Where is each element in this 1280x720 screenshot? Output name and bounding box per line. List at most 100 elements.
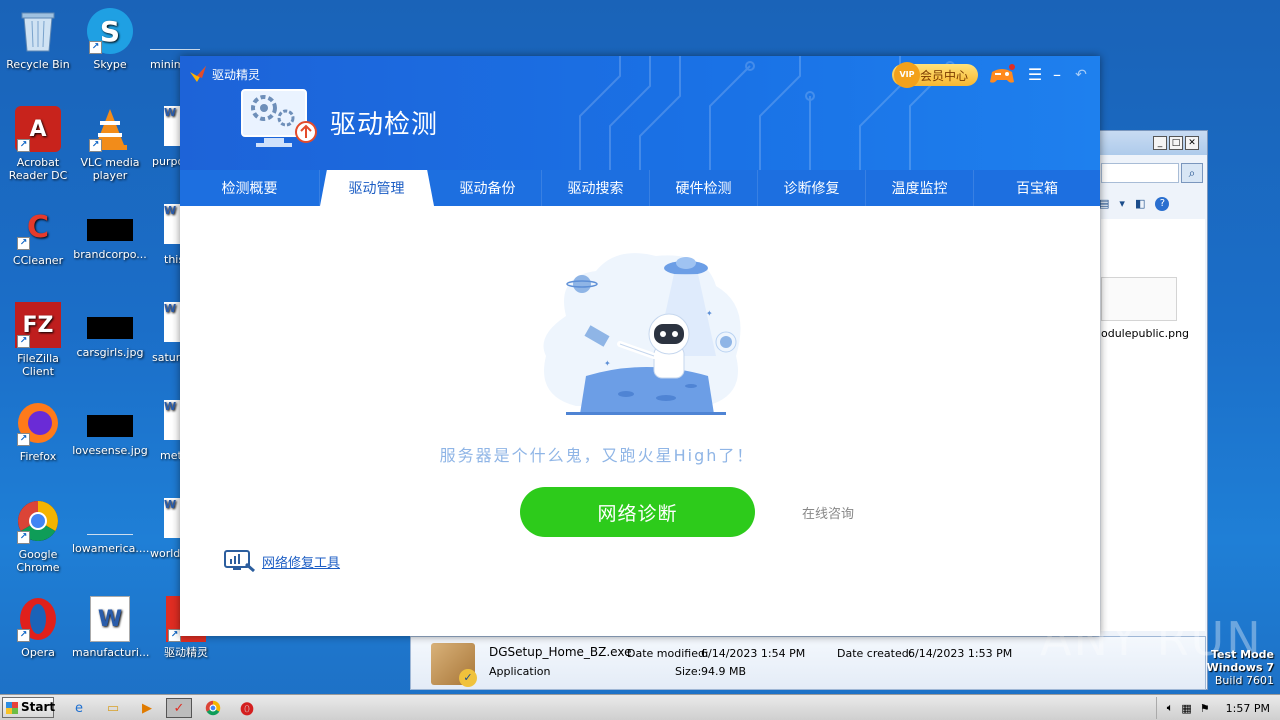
vlc-icon: ↗: [87, 106, 133, 152]
stop-icon[interactable]: ⓿: [234, 698, 260, 718]
details-size-label: Size:: [675, 665, 702, 678]
tab-driver-backup[interactable]: 驱动备份: [434, 170, 542, 206]
desktop-icon-label: VLC media player: [80, 156, 140, 182]
app-logo: 驱动精灵: [188, 64, 260, 84]
page-title: 驱动检测: [330, 110, 439, 140]
preview-pane-icon[interactable]: ◧: [1135, 197, 1145, 211]
network-diagnose-button[interactable]: 网络诊断: [520, 487, 755, 537]
close-icon[interactable]: ✕: [1185, 136, 1199, 150]
desktop-icon-label: Acrobat Reader DC: [8, 156, 68, 182]
opera-icon: ↗: [15, 596, 61, 642]
taskbar: Start e ▭ ▶ ✓ ⓿ 🔈︎ ▦ ⚑ 1:57 PM: [0, 694, 1280, 720]
folder-icon[interactable]: ▭: [100, 698, 126, 718]
internet-explorer-icon[interactable]: e: [66, 698, 92, 718]
tab-label: 诊断修复: [783, 181, 840, 197]
menu-icon[interactable]: ☰: [1024, 64, 1046, 86]
desktop-icon-brandcorpo[interactable]: brandcorpo...: [72, 210, 148, 261]
start-button[interactable]: Start: [2, 697, 56, 718]
explorer-file-area: odulepublic.png: [1101, 219, 1205, 631]
start-label: Start: [21, 700, 56, 714]
details-type: Application: [489, 665, 551, 678]
details-filename: DGSetup_Home_BZ.exe: [489, 645, 632, 659]
tab-label: 驱动管理: [348, 181, 405, 197]
firefox-icon: ↗: [15, 400, 61, 446]
desktop-icon-label: CCleaner: [12, 254, 64, 267]
desktop-icon-skype[interactable]: S ↗ Skype: [72, 8, 148, 71]
image-file-icon: [87, 504, 133, 538]
svg-text:✦: ✦: [604, 359, 611, 368]
explorer-caption-buttons: _ □ ✕: [1099, 131, 1207, 155]
chrome-icon: ↗: [15, 498, 61, 544]
view-options-icon[interactable]: ▤: [1099, 197, 1109, 211]
tab-label: 硬件检测: [675, 181, 732, 197]
action-center-flag-icon[interactable]: ⚑: [1200, 702, 1210, 715]
app-title: 驱动精灵: [212, 67, 261, 82]
tab-temperature-monitor[interactable]: 温度监控: [866, 170, 974, 206]
media-player-icon[interactable]: ▶: [134, 698, 160, 718]
desktop-icon-opera[interactable]: ↗ Opera: [0, 596, 76, 659]
vip-member-center-button[interactable]: 会员中心: [892, 62, 978, 88]
network-repair-tool-link[interactable]: 网络修复工具: [224, 550, 340, 572]
file-icon: [150, 20, 200, 50]
file-thumbnail[interactable]: [1101, 277, 1177, 321]
game-controller-icon[interactable]: [988, 64, 1016, 86]
tab-driver-management[interactable]: 驱动管理: [320, 170, 434, 206]
acrobat-icon: A ↗: [15, 106, 61, 152]
explorer-search-input[interactable]: [1101, 163, 1179, 183]
desktop-icon-carsgirls[interactable]: carsgirls.jpg: [72, 308, 148, 359]
network-repair-tool-label: 网络修复工具: [262, 555, 341, 571]
online-consult-link[interactable]: 在线咨询: [802, 503, 854, 522]
help-icon[interactable]: ?: [1155, 197, 1170, 211]
restore-arrow-icon[interactable]: ↶: [1070, 64, 1092, 86]
skype-icon: S ↗: [87, 8, 133, 54]
volume-icon[interactable]: 🔈︎: [1167, 701, 1174, 715]
tab-label: 驱动备份: [459, 181, 516, 197]
tab-detect-summary[interactable]: 检测概要: [180, 170, 320, 206]
desktop-icon-label: Opera: [21, 646, 55, 659]
image-file-icon: [87, 308, 133, 342]
network-diagnose-label: 网络诊断: [597, 502, 678, 525]
minimize-icon[interactable]: –: [1046, 64, 1068, 86]
astronaut-error-illustration: ✦✦: [543, 253, 741, 415]
desktop-icon-filezilla[interactable]: FZ ↗ FileZilla Client: [0, 302, 76, 378]
desktop-icon-firefox[interactable]: ↗ Firefox: [0, 400, 76, 463]
tab-toolbox[interactable]: 百宝箱: [974, 170, 1100, 206]
clock[interactable]: 1:57 PM: [1226, 702, 1270, 715]
tab-driver-search[interactable]: 驱动搜索: [542, 170, 650, 206]
desktop-icon-manufacturi[interactable]: W manufacturi...: [72, 596, 149, 659]
tab-diagnose-repair[interactable]: 诊断修复: [758, 170, 866, 206]
desktop-icon-label: Recycle Bin: [6, 58, 70, 71]
network-icon[interactable]: ▦: [1181, 702, 1191, 715]
tab-label: 驱动搜索: [567, 181, 624, 197]
error-message: 服务器是个什么鬼，又跑火星High了！: [439, 446, 755, 465]
explorer-window: _ □ ✕ ⌕ ▤ ▾ ◧ ? odulepublic.png: [1098, 130, 1208, 690]
desktop-icon-lovesense[interactable]: lovesense.jpg: [72, 406, 148, 457]
desktop-icon-recycle-bin[interactable]: Recycle Bin: [0, 8, 76, 71]
driver-genius-logo-icon: [190, 66, 206, 82]
search-icon[interactable]: ⌕: [1181, 163, 1203, 183]
driver-genius-taskbar-icon[interactable]: ✓: [166, 698, 192, 718]
details-created-label: Date created:: [837, 647, 913, 660]
chevron-down-icon[interactable]: ▾: [1119, 197, 1125, 211]
file-label[interactable]: odulepublic.png: [1101, 327, 1189, 340]
details-modified-value: 6/14/2023 1:54 PM: [701, 647, 806, 660]
tab-hardware-check[interactable]: 硬件检测: [650, 170, 758, 206]
desktop-icon-lowamerica[interactable]: lowamerica....: [72, 504, 149, 555]
main-content: ✦ ✦ 服务器是个什么鬼，又跑火星High了！ 网络诊断 在线咨询 网络修复工具: [180, 206, 1100, 636]
details-created-value: 6/14/2023 1:53 PM: [908, 647, 1013, 660]
explorer-view-toolbar: ▤ ▾ ◧ ?: [1099, 197, 1170, 211]
desktop-icon-acrobat[interactable]: A ↗ Acrobat Reader DC: [0, 106, 76, 182]
minimize-icon[interactable]: _: [1153, 136, 1167, 150]
test-mode-line2: Windows 7: [1206, 661, 1274, 674]
network-repair-icon: [224, 550, 255, 572]
desktop-icon-label: FileZilla Client: [17, 352, 59, 378]
maximize-icon[interactable]: □: [1169, 136, 1183, 150]
desktop-icon-chrome[interactable]: ↗ Google Chrome: [0, 498, 76, 574]
test-mode-line1: Test Mode: [1211, 648, 1274, 661]
desktop-icon-vlc[interactable]: ↗ VLC media player: [72, 106, 148, 182]
chrome-icon[interactable]: [200, 698, 226, 718]
details-size-value: 94.9 MB: [701, 665, 747, 678]
desktop-icon-label: 驱动精灵: [164, 646, 208, 659]
test-mode-line3: Build 7601: [1214, 674, 1274, 687]
desktop-icon-ccleaner[interactable]: C ↗ CCleaner: [0, 204, 76, 267]
